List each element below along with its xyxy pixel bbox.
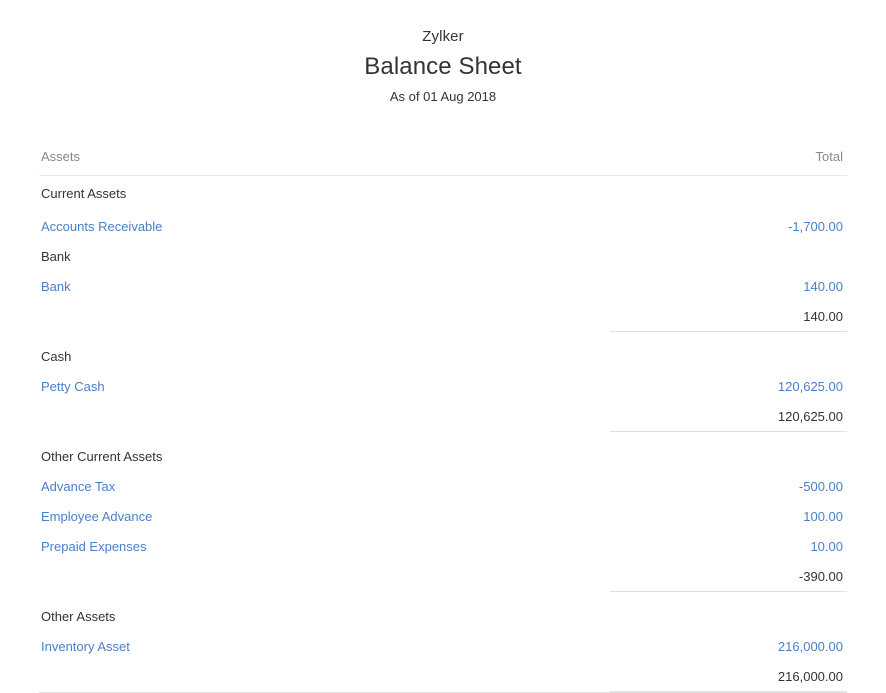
row-value-cell <box>610 442 847 472</box>
account-link[interactable]: Prepaid Expenses <box>41 539 147 554</box>
row-value[interactable]: 10.00 <box>810 539 843 554</box>
subtotal-value: 216,000.00 <box>777 668 843 684</box>
table-row: 140.00 <box>39 301 847 332</box>
table-row: Accounts Receivable -1,700.00 <box>39 212 847 242</box>
row-value[interactable]: -1,700.00 <box>788 219 843 234</box>
subtotal-value-cell: -390.00 <box>610 561 847 592</box>
row-value[interactable]: -500.00 <box>799 479 843 494</box>
row-value-cell: -1,700.00 <box>610 212 847 242</box>
subtotal-value-cell: 140.00 <box>610 301 847 332</box>
table-bottom-rule <box>39 691 847 693</box>
row-label-cell: Employee Advance <box>39 502 610 532</box>
row-spacer <box>39 592 847 602</box>
group-label: Other Assets <box>41 609 116 624</box>
row-value-cell: 100.00 <box>610 502 847 532</box>
row-label-cell: Advance Tax <box>39 472 610 502</box>
row-label-cell: Inventory Asset <box>39 632 610 662</box>
table-row: -390.00 <box>39 561 847 592</box>
account-link[interactable]: Advance Tax <box>41 479 115 494</box>
row-value-cell <box>610 602 847 632</box>
row-spacer <box>39 332 847 342</box>
row-value-cell <box>610 176 847 212</box>
account-link[interactable]: Bank <box>41 279 71 294</box>
subtotal-value-cell: 120,625.00 <box>610 401 847 432</box>
row-value-cell: 140.00 <box>610 272 847 302</box>
table-bottom-rule-cell <box>39 691 847 693</box>
account-link[interactable]: Petty Cash <box>41 379 105 394</box>
balance-sheet-report: Zylker Balance Sheet As of 01 Aug 2018 A… <box>0 0 886 693</box>
table-row: Current Assets <box>39 176 847 212</box>
row-label-cell: Prepaid Expenses <box>39 532 610 562</box>
row-value-cell: -500.00 <box>610 472 847 502</box>
subtotal-label-cell <box>39 402 610 432</box>
column-header-total: Total <box>610 149 847 176</box>
balance-sheet-table-wrapper: Assets Total Current Assets Accounts Rece… <box>39 107 847 693</box>
group-label-cell: Bank <box>39 242 610 272</box>
subtotal-label-cell <box>39 562 610 592</box>
balance-sheet-table: Assets Total Current Assets Accounts Rece… <box>39 149 847 693</box>
table-header: Assets Total <box>39 149 847 176</box>
row-value[interactable]: 140.00 <box>803 279 843 294</box>
table-row: Bank 140.00 <box>39 272 847 302</box>
row-value-cell: 10.00 <box>610 532 847 562</box>
account-link[interactable]: Accounts Receivable <box>41 219 162 234</box>
row-spacer <box>39 432 847 442</box>
row-value-cell <box>610 242 847 272</box>
group-label-cell: Other Current Assets <box>39 442 610 472</box>
table-row: Inventory Asset 216,000.00 <box>39 632 847 662</box>
report-header: Zylker Balance Sheet As of 01 Aug 2018 <box>0 0 886 107</box>
table-row: Petty Cash 120,625.00 <box>39 372 847 402</box>
subtotal-value: 140.00 <box>803 308 843 324</box>
table-body: Current Assets Accounts Receivable -1,700.… <box>39 176 847 693</box>
organization-name: Zylker <box>422 28 464 45</box>
account-link[interactable]: Employee Advance <box>41 509 152 524</box>
table-row: Employee Advance 100.00 <box>39 502 847 532</box>
group-label: Cash <box>41 349 72 364</box>
account-link[interactable]: Inventory Asset <box>41 639 130 654</box>
column-header-assets: Assets <box>39 149 610 176</box>
subtotal-value-cell: 216,000.00 <box>610 661 847 692</box>
row-label-cell: Petty Cash <box>39 372 610 402</box>
group-label: Other Current Assets <box>41 449 163 464</box>
group-label-cell: Other Assets <box>39 602 610 632</box>
row-value-cell: 120,625.00 <box>610 372 847 402</box>
row-value[interactable]: 120,625.00 <box>778 379 843 394</box>
row-label-cell: Bank <box>39 272 610 302</box>
row-spacer-cell <box>39 432 847 442</box>
row-label-cell: Accounts Receivable <box>39 212 610 242</box>
table-row: Other Current Assets <box>39 442 847 472</box>
table-row: 216,000.00 <box>39 661 847 692</box>
row-value[interactable]: 100.00 <box>803 509 843 524</box>
subtotal-value: 120,625.00 <box>777 408 843 424</box>
group-label-cell: Current Assets <box>39 176 610 212</box>
row-spacer-cell <box>39 332 847 342</box>
table-row: Cash <box>39 342 847 372</box>
subtotal-label-cell <box>39 302 610 332</box>
row-value-cell <box>610 342 847 372</box>
group-label: Current Assets <box>41 186 127 202</box>
page-title: Balance Sheet <box>364 53 522 80</box>
table-row: Other Assets <box>39 602 847 632</box>
row-value-cell: 216,000.00 <box>610 632 847 662</box>
group-label: Bank <box>41 249 71 264</box>
table-header-row: Assets Total <box>39 149 847 176</box>
row-spacer-cell <box>39 592 847 602</box>
table-row: 120,625.00 <box>39 401 847 432</box>
report-period: As of 01 Aug 2018 <box>389 89 497 104</box>
table-row: Advance Tax -500.00 <box>39 472 847 502</box>
table-row: Prepaid Expenses 10.00 <box>39 532 847 562</box>
subtotal-value: -390.00 <box>798 568 843 584</box>
group-label-cell: Cash <box>39 342 610 372</box>
subtotal-label-cell <box>39 662 610 692</box>
table-row: Bank <box>39 242 847 272</box>
row-value[interactable]: 216,000.00 <box>778 639 843 654</box>
